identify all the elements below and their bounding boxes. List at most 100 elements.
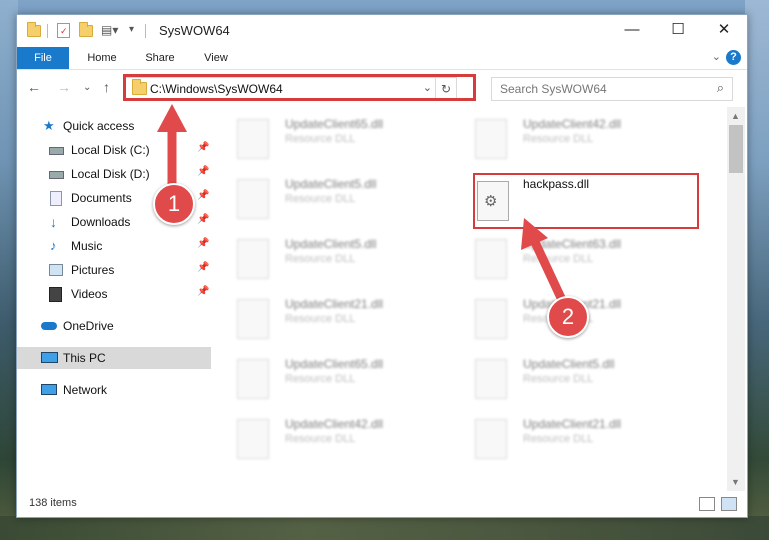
folder-icon	[27, 22, 41, 37]
details-view-icon[interactable]	[699, 497, 715, 511]
search-icon[interactable]: ⌕	[717, 80, 724, 96]
file-name: UpdateClient65.dll	[285, 357, 384, 371]
sidebar-item-music[interactable]: ♪ Music 📌	[17, 235, 211, 257]
sidebar-item-local-disk-d[interactable]: Local Disk (D:) 📌	[17, 163, 211, 185]
scroll-thumb[interactable]	[729, 125, 743, 173]
pin-icon[interactable]: 📌	[197, 214, 209, 225]
scroll-down-icon[interactable]: ▼	[731, 477, 740, 487]
dll-file-icon	[475, 359, 507, 399]
sidebar-item-label: Local Disk (C:)	[71, 143, 150, 157]
pin-icon[interactable]: 📌	[197, 262, 209, 273]
up-arrow-icon[interactable]: ↑	[103, 79, 110, 95]
file-name: UpdateClient42.dll	[523, 117, 622, 131]
file-name: UpdateClient5.dll	[523, 357, 615, 371]
sidebar-item-local-disk-c[interactable]: Local Disk (C:) 📌	[17, 139, 211, 161]
file-item[interactable]: UpdateClient21.dll Resource DLL	[475, 413, 695, 465]
cloud-icon	[41, 322, 57, 330]
search-placeholder: Search SysWOW64	[500, 82, 607, 96]
star-icon: ★	[43, 118, 55, 133]
pin-icon[interactable]: 📌	[197, 238, 209, 249]
new-folder-icon[interactable]	[79, 22, 93, 37]
tab-home[interactable]: Home	[77, 47, 127, 69]
navigation-pane: ★ Quick access Local Disk (C:) 📌 Local D…	[17, 107, 211, 491]
pin-icon[interactable]: 📌	[197, 190, 209, 201]
pin-icon[interactable]: 📌	[197, 166, 209, 177]
file-item[interactable]: UpdateClient5.dll Resource DLL	[237, 233, 457, 285]
sidebar-item-label: Downloads	[71, 215, 131, 229]
documents-icon	[50, 191, 62, 206]
dll-file-icon	[237, 419, 269, 459]
sidebar-item-network[interactable]: Network	[17, 379, 211, 401]
music-icon: ♪	[50, 238, 57, 253]
file-list: UpdateClient65.dll Resource DLL UpdateCl…	[213, 107, 727, 491]
file-name: UpdateClient63.dll	[523, 237, 622, 251]
download-icon: ↓	[50, 214, 57, 230]
minimize-button[interactable]: —	[609, 15, 655, 45]
sidebar-item-pictures[interactable]: Pictures 📌	[17, 259, 211, 281]
dll-file-icon	[475, 239, 507, 279]
ribbon-tabs: File Home Share View ⌄ ?	[17, 47, 747, 70]
status-bar: 138 items	[17, 491, 747, 517]
network-icon	[41, 384, 57, 395]
sidebar-item-label: Quick access	[63, 119, 135, 133]
file-type: Resource DLL	[285, 133, 356, 145]
file-item[interactable]: UpdateClient63.dll Resource DLL	[475, 233, 695, 285]
file-type: Resource DLL	[285, 193, 356, 205]
desktop-wallpaper-bottom	[0, 516, 769, 540]
pictures-icon	[49, 264, 63, 276]
tab-file[interactable]: File	[17, 47, 69, 69]
file-item[interactable]: UpdateClient42.dll Resource DLL	[475, 113, 695, 165]
toolbar-separator	[145, 24, 146, 38]
step-badge-1: 1	[153, 183, 195, 225]
toolbar-separator	[47, 24, 48, 38]
sidebar-item-this-pc[interactable]: This PC	[17, 347, 211, 369]
dll-file-icon	[237, 179, 269, 219]
forward-arrow-icon[interactable]: →	[57, 79, 71, 95]
pin-icon[interactable]: 📌	[197, 286, 209, 297]
scroll-up-icon[interactable]: ▲	[731, 111, 740, 121]
sidebar-item-label: Local Disk (D:)	[71, 167, 150, 181]
sidebar-item-label: Music	[71, 239, 103, 253]
sidebar-item-videos[interactable]: Videos 📌	[17, 283, 211, 305]
properties-icon[interactable]: ✓	[57, 23, 70, 38]
file-type: Resource DLL	[285, 253, 356, 265]
back-arrow-icon[interactable]: ←	[27, 79, 41, 95]
file-item[interactable]: UpdateClient5.dll Resource DLL	[475, 353, 695, 405]
window-title: SysWOW64	[159, 23, 230, 38]
expand-ribbon-chevron-icon[interactable]: ⌄	[712, 50, 721, 63]
vertical-scrollbar[interactable]: ▲ ▼	[727, 107, 745, 491]
quick-access-dropdown-icon[interactable]: ▾	[129, 23, 143, 37]
pin-icon[interactable]: 📌	[197, 142, 209, 153]
customize-toolbar-icon[interactable]: ▤▾	[101, 23, 118, 37]
recent-locations-chevron-icon[interactable]: ⌄	[83, 82, 91, 93]
title-bar: ✓ ▤▾ ▾ SysWOW64 — ☐ ✕	[17, 15, 747, 47]
file-name: UpdateClient42.dll	[285, 417, 384, 431]
dll-file-icon	[237, 119, 269, 159]
search-input[interactable]: Search SysWOW64 ⌕	[491, 77, 733, 101]
tab-view[interactable]: View	[193, 47, 239, 69]
maximize-button[interactable]: ☐	[655, 15, 701, 45]
file-item[interactable]: UpdateClient65.dll Resource DLL	[237, 353, 457, 405]
file-name: UpdateClient5.dll	[285, 177, 377, 191]
tab-share[interactable]: Share	[135, 47, 185, 69]
large-icons-view-icon[interactable]	[721, 497, 737, 511]
file-name: UpdateClient21.dll	[523, 417, 622, 431]
file-type: Resource DLL	[523, 133, 594, 145]
file-item[interactable]: UpdateClient21.dll Resource DLL	[237, 293, 457, 345]
sidebar-item-quick-access[interactable]: ★ Quick access	[17, 115, 211, 137]
file-type: Resource DLL	[285, 313, 356, 325]
file-name: UpdateClient21.dll	[285, 297, 384, 311]
file-explorer-window: ✓ ▤▾ ▾ SysWOW64 — ☐ ✕ File Home Share Vi…	[16, 14, 748, 518]
help-icon[interactable]: ?	[726, 50, 741, 65]
close-button[interactable]: ✕	[701, 15, 747, 45]
sidebar-item-label: OneDrive	[63, 319, 114, 333]
sidebar-item-label: Pictures	[71, 263, 115, 277]
file-item[interactable]: UpdateClient65.dll Resource DLL	[237, 113, 457, 165]
file-item[interactable]: UpdateClient5.dll Resource DLL	[237, 173, 457, 225]
dll-file-icon	[237, 239, 269, 279]
dll-file-icon	[237, 299, 269, 339]
file-item[interactable]: UpdateClient42.dll Resource DLL	[237, 413, 457, 465]
sidebar-item-onedrive[interactable]: OneDrive	[17, 315, 211, 337]
file-name: UpdateClient5.dll	[285, 237, 377, 251]
file-name: UpdateClient65.dll	[285, 117, 384, 131]
